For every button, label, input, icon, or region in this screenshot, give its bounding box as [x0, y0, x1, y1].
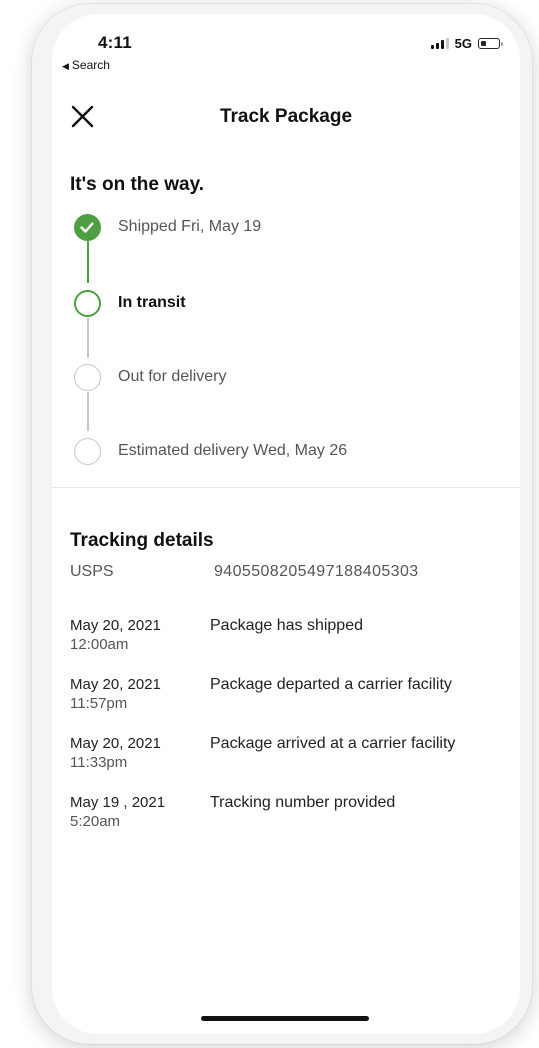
- step-label: Estimated delivery Wed, May 26: [118, 442, 348, 459]
- back-label: Search: [71, 58, 110, 72]
- event-description: Package arrived at a carrier facility: [210, 735, 456, 752]
- tracking-number[interactable]: 9405508205497188405303: [214, 563, 419, 581]
- home-indicator[interactable]: [201, 1016, 369, 1021]
- back-to-search-link[interactable]: ◀ Search: [62, 58, 110, 72]
- step-label: Shipped Fri, May 19: [118, 218, 262, 235]
- tracking-event: May 19 , 2021 5:20am Tracking number pro…: [70, 794, 500, 830]
- event-description: Package departed a carrier facility: [210, 676, 452, 693]
- shipment-status-heading: It's on the way.: [70, 174, 205, 195]
- status-time: 4:11: [98, 33, 132, 52]
- section-divider: [52, 487, 520, 488]
- step-label: Out for delivery: [118, 368, 227, 385]
- carrier-name: USPS: [70, 563, 114, 580]
- event-time: 11:57pm: [70, 695, 128, 712]
- pending-step-circle-icon: [74, 363, 101, 391]
- current-step-circle-icon: [74, 289, 101, 317]
- device-stage: 4:11 ◀ Search 5G Track Package It's on th…: [0, 0, 539, 1048]
- signal-icon: [430, 38, 449, 49]
- back-triangle-icon: ◀: [62, 61, 69, 71]
- tracking-event: May 20, 2021 11:33pm Package arrived at …: [70, 735, 500, 771]
- timeline-step-in-transit: In transit: [74, 288, 494, 318]
- timeline-step-shipped: Shipped Fri, May 19: [74, 212, 494, 242]
- step-label: In transit: [118, 294, 186, 311]
- network-label: 5G: [454, 36, 472, 51]
- event-time: 5:20am: [70, 813, 121, 830]
- battery-icon: [478, 38, 503, 49]
- event-description: Package has shipped: [210, 617, 363, 634]
- timeline-connector-done: [87, 241, 89, 283]
- event-time: 12:00am: [70, 636, 129, 653]
- timeline-connector: [87, 392, 89, 431]
- tracking-event: May 20, 2021 12:00am Package has shipped: [70, 617, 500, 653]
- phone-screen: 4:11 ◀ Search 5G Track Package It's on th…: [52, 14, 520, 1034]
- timeline-step-estimated-delivery: Estimated delivery Wed, May 26: [74, 436, 494, 466]
- tracking-event: May 20, 2021 11:57pm Package departed a …: [70, 676, 500, 712]
- status-indicators: 5G: [430, 36, 503, 51]
- check-circle-icon: [74, 213, 101, 241]
- event-time: 11:33pm: [70, 754, 128, 771]
- pending-step-circle-icon: [74, 437, 101, 465]
- timeline-step-out-for-delivery: Out for delivery: [74, 362, 494, 392]
- event-description: Tracking number provided: [210, 794, 396, 811]
- timeline-connector: [87, 318, 89, 358]
- tracking-details-heading: Tracking details: [70, 530, 214, 551]
- page-title: Track Package: [219, 106, 353, 127]
